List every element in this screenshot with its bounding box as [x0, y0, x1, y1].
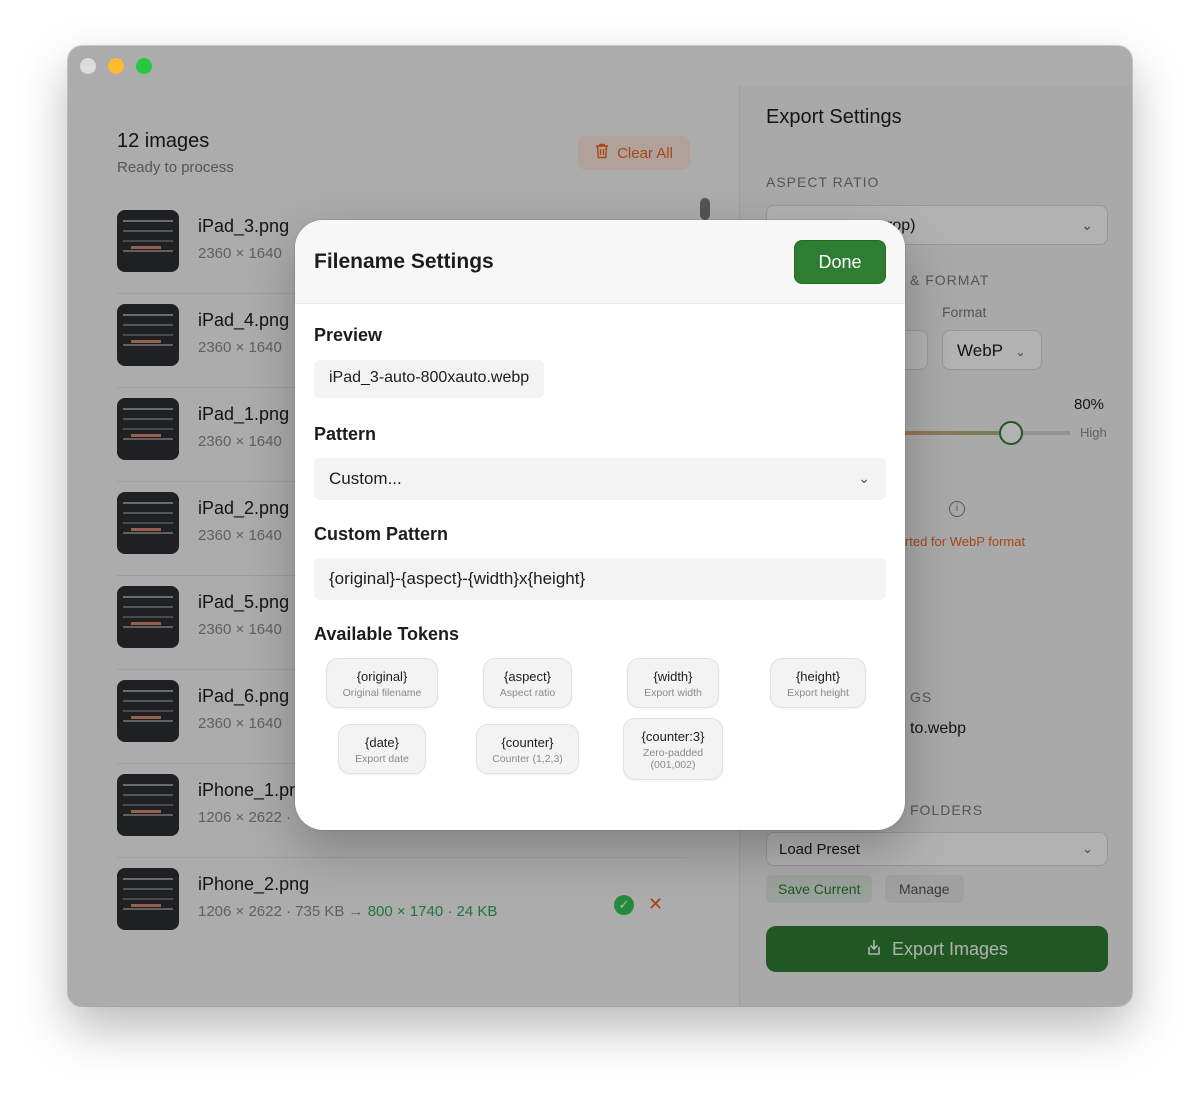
- token-aspect[interactable]: {aspect} Aspect ratio: [483, 658, 572, 708]
- pattern-label: Pattern: [314, 424, 377, 444]
- app-window: 12 images Ready to process Clear All iPa…: [68, 46, 1132, 1006]
- done-button[interactable]: Done: [794, 240, 886, 284]
- filename-settings-dialog: Filename Settings Done Preview iPad_3-au…: [295, 220, 905, 830]
- token-name: {aspect}: [504, 669, 551, 684]
- window-controls: [80, 58, 152, 74]
- token-description: Export height: [787, 687, 849, 699]
- token-description: Counter (1,2,3): [492, 753, 563, 765]
- token-counter[interactable]: {counter} Counter (1,2,3): [476, 724, 579, 774]
- dialog-header: Filename Settings Done: [295, 220, 905, 304]
- token-name: {date}: [365, 735, 399, 750]
- token-counter-padded[interactable]: {counter:3} Zero-padded (001,002): [623, 718, 723, 780]
- filename-preview-box: iPad_3-auto-800xauto.webp: [314, 360, 545, 398]
- token-date[interactable]: {date} Export date: [338, 724, 426, 774]
- token-name: {original}: [356, 669, 408, 684]
- token-description: Export date: [355, 753, 409, 765]
- custom-pattern-label: Custom Pattern: [314, 524, 449, 544]
- token-description: Original filename: [342, 687, 422, 699]
- token-name: {counter:3}: [641, 729, 705, 744]
- token-name: {height}: [795, 669, 841, 684]
- close-window-button[interactable]: [80, 58, 96, 74]
- token-name: {width}: [653, 669, 693, 684]
- token-description: Zero-padded (001,002): [642, 747, 704, 771]
- token-width[interactable]: {width} Export width: [627, 658, 719, 708]
- maximize-window-button[interactable]: [136, 58, 152, 74]
- dialog-title: Filename Settings: [314, 250, 494, 273]
- pattern-value: Custom...: [329, 469, 402, 488]
- pattern-select[interactable]: Custom... ⌄: [314, 458, 886, 500]
- token-description: Export width: [644, 687, 702, 699]
- token-original[interactable]: {original} Original filename: [326, 658, 438, 708]
- available-tokens-label: Available Tokens: [314, 624, 460, 644]
- token-height[interactable]: {height} Export height: [770, 658, 866, 708]
- token-description: Aspect ratio: [499, 687, 556, 699]
- minimize-window-button[interactable]: [108, 58, 124, 74]
- token-name: {counter}: [501, 735, 554, 750]
- preview-label: Preview: [314, 325, 383, 345]
- custom-pattern-input[interactable]: [314, 558, 886, 600]
- chevron-down-icon: ⌄: [858, 470, 870, 486]
